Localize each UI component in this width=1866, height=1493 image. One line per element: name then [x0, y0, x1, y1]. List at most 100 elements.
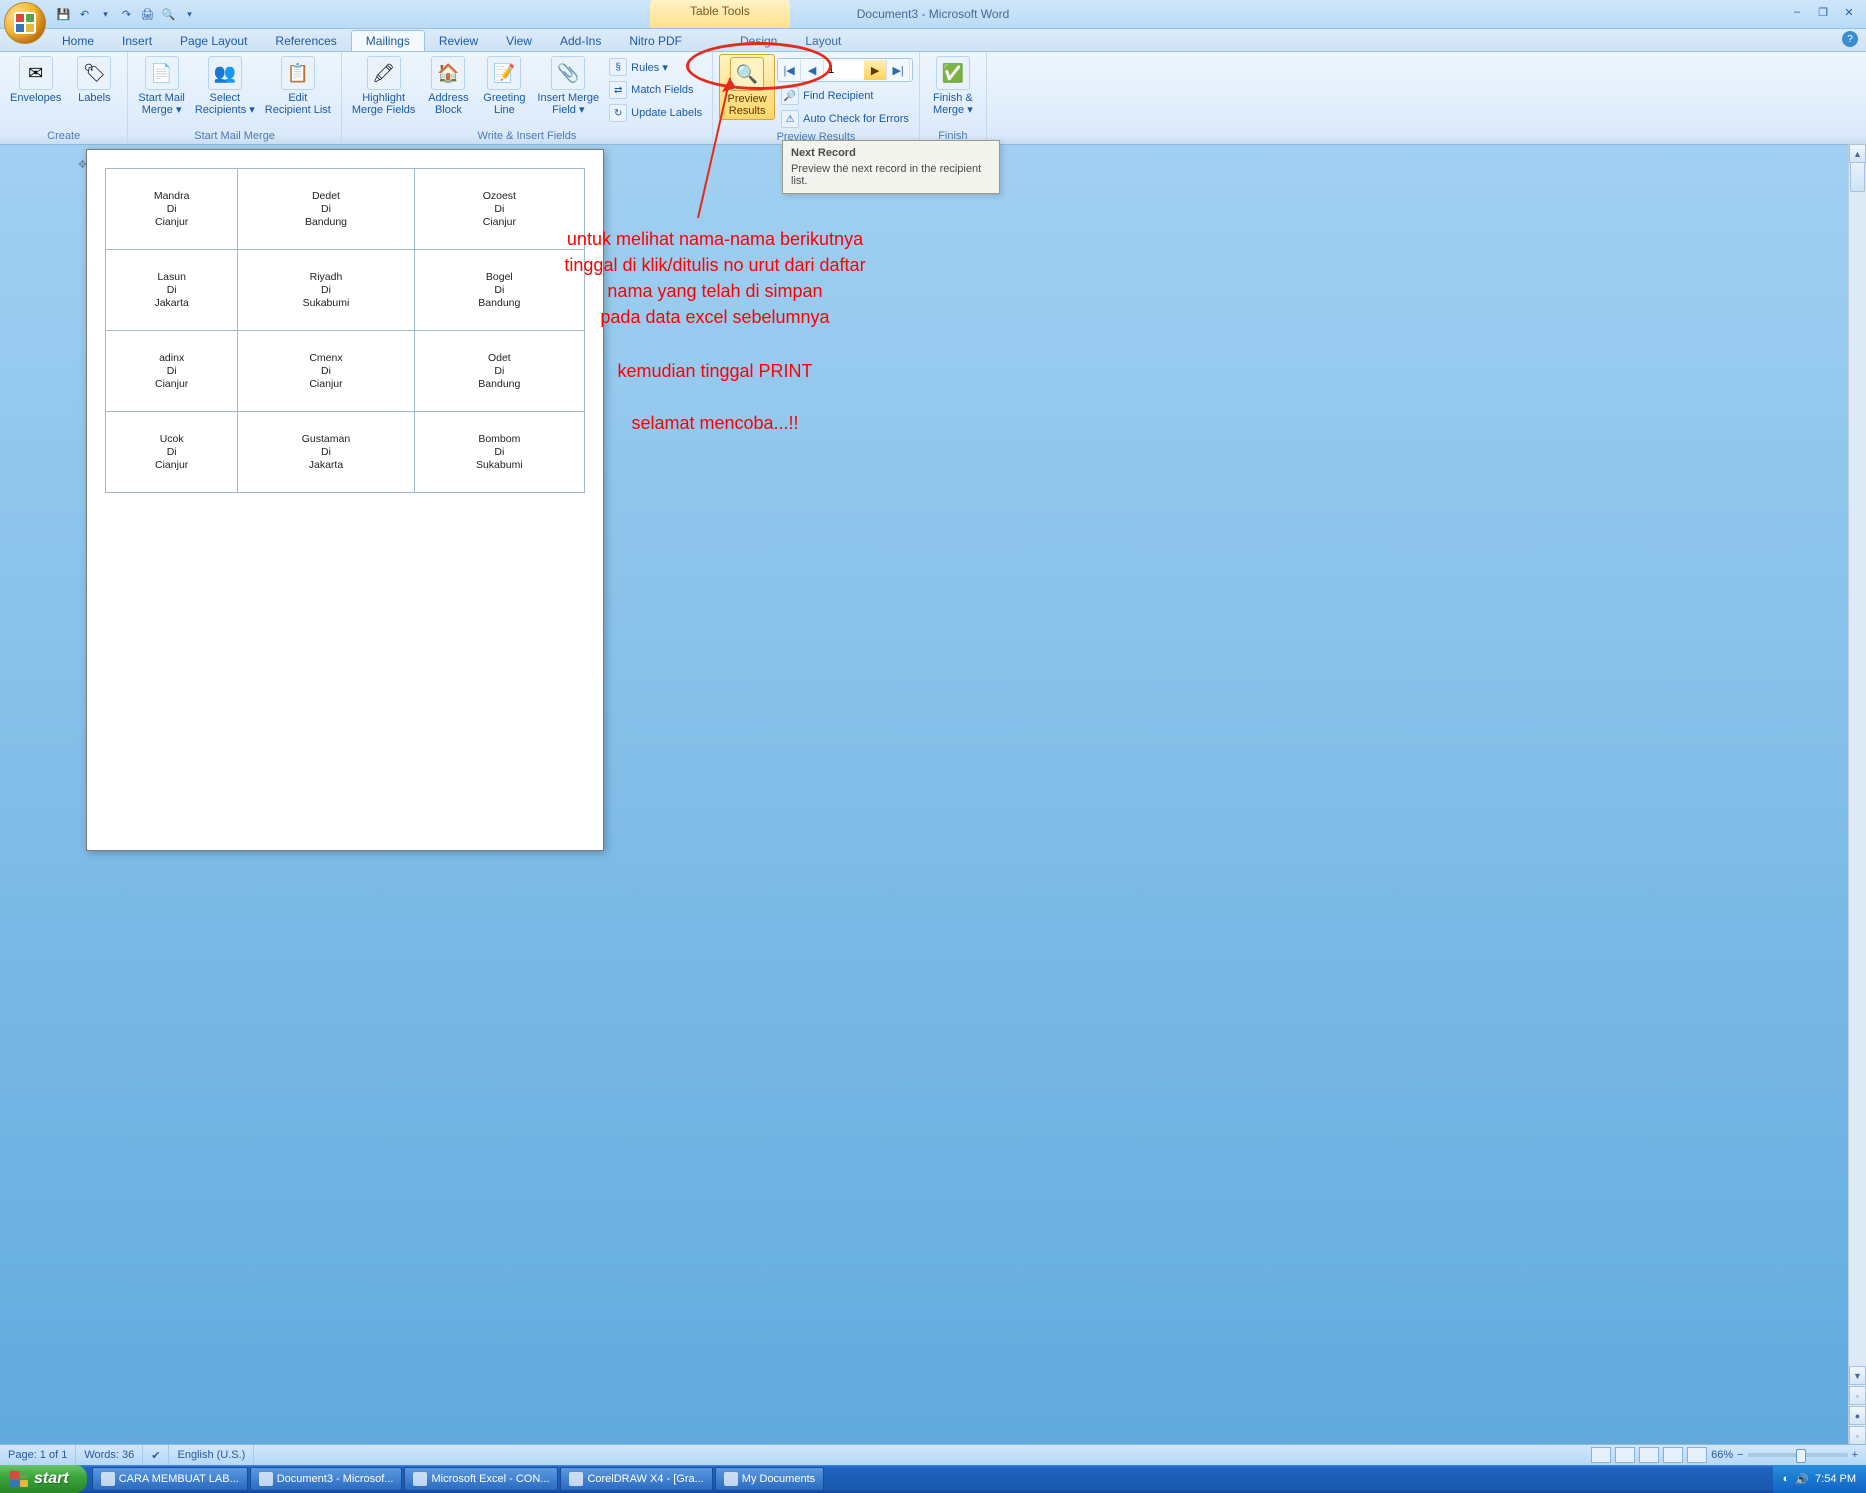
taskbar-item[interactable]: CorelDRAW X4 - [Gra...	[560, 1467, 712, 1491]
tray-icon[interactable]: ◐	[1783, 1473, 1790, 1485]
edit-recipient-list-button[interactable]: 📋Edit Recipient List	[261, 54, 335, 118]
preview-results-button[interactable]: 🔍Preview Results	[719, 54, 775, 120]
address-icon: 🏠	[431, 56, 465, 90]
qat-print[interactable]: 🖨	[140, 7, 155, 22]
finish-merge-button[interactable]: ✅Finish & Merge ▾	[926, 54, 980, 118]
rules-icon: §	[609, 58, 627, 76]
status-proofing[interactable]: ✔	[143, 1445, 169, 1465]
document-area: ✥ MandraDiCianjurDedetDiBandungOzoestDiC…	[0, 144, 1866, 1445]
qat-undo-dd[interactable]: ▾	[98, 7, 113, 22]
label-cell[interactable]: DedetDiBandung	[238, 169, 414, 250]
status-page[interactable]: Page: 1 of 1	[0, 1445, 76, 1465]
restore-button[interactable]: ❐	[1812, 4, 1834, 20]
taskbar-item[interactable]: Document3 - Microsof...	[250, 1467, 403, 1491]
select-recipients-button[interactable]: 👥Select Recipients ▾	[191, 54, 259, 118]
address-block-button[interactable]: 🏠Address Block	[421, 54, 475, 118]
tab-review[interactable]: Review	[425, 31, 492, 51]
last-record-button[interactable]: ▶|	[887, 60, 910, 80]
label-cell[interactable]: RiyadhDiSukabumi	[238, 250, 414, 331]
taskbar-item[interactable]: Microsoft Excel - CON...	[404, 1467, 558, 1491]
tab-page-layout[interactable]: Page Layout	[166, 31, 261, 51]
qat-redo[interactable]: ↷	[119, 7, 134, 22]
zoom-in-button[interactable]: +	[1852, 1449, 1858, 1461]
mail-merge-icon: 📄	[145, 56, 179, 90]
tray-icon[interactable]: 🔊	[1795, 1473, 1809, 1486]
label-cell[interactable]: LasunDiJakarta	[106, 250, 238, 331]
view-web-layout[interactable]	[1639, 1447, 1659, 1463]
recipients-icon: 👥	[208, 56, 242, 90]
label-cell[interactable]: GustamanDiJakarta	[238, 412, 414, 493]
group-create: ✉Envelopes 🏷Labels Create	[0, 52, 128, 144]
annotation-text-1: untuk melihat nama-nama berikutnya tingg…	[510, 226, 920, 330]
rules-button[interactable]: §Rules ▾	[605, 56, 706, 78]
taskbar-item[interactable]: My Documents	[715, 1467, 824, 1491]
match-fields-button[interactable]: ⇄Match Fields	[605, 79, 706, 101]
first-record-button[interactable]: |◀	[778, 60, 801, 80]
qat-undo[interactable]: ↶	[77, 7, 92, 22]
check-icon: ⚠	[781, 110, 799, 128]
zoom-slider[interactable]	[1748, 1453, 1848, 1457]
close-button[interactable]: ✕	[1838, 4, 1860, 20]
labels-button[interactable]: 🏷Labels	[67, 54, 121, 106]
app-icon	[259, 1472, 273, 1486]
label-cell[interactable]: CmenxDiCianjur	[238, 331, 414, 412]
tab-table-design[interactable]: Design	[726, 31, 791, 51]
prev-page-button[interactable]: ◦	[1849, 1386, 1866, 1405]
envelopes-button[interactable]: ✉Envelopes	[6, 54, 65, 106]
label-cell[interactable]: UcokDiCianjur	[106, 412, 238, 493]
qat-save[interactable]: 💾	[56, 7, 71, 22]
scroll-down-button[interactable]: ▼	[1849, 1366, 1866, 1385]
highlight-merge-fields-button[interactable]: 🖍Highlight Merge Fields	[348, 54, 420, 118]
tab-nitro-pdf[interactable]: Nitro PDF	[615, 31, 696, 51]
qat-customize[interactable]: ▾	[182, 7, 197, 22]
next-record-button[interactable]: ▶	[864, 60, 887, 80]
view-outline[interactable]	[1663, 1447, 1683, 1463]
update-labels-button[interactable]: ↻Update Labels	[605, 102, 706, 124]
view-full-screen[interactable]	[1615, 1447, 1635, 1463]
finish-icon: ✅	[936, 56, 970, 90]
tab-home[interactable]: Home	[48, 31, 108, 51]
browse-object-button[interactable]: ●	[1849, 1406, 1866, 1425]
qat-preview[interactable]: 🔍	[161, 7, 176, 22]
view-draft[interactable]	[1687, 1447, 1707, 1463]
status-language[interactable]: English (U.S.)	[169, 1445, 254, 1465]
tray-clock[interactable]: 7:54 PM	[1815, 1473, 1856, 1485]
group-label: Start Mail Merge	[134, 129, 334, 144]
help-button[interactable]: ?	[1842, 31, 1858, 47]
find-recipient-button[interactable]: 🔎Find Recipient	[777, 85, 913, 107]
greeting-line-button[interactable]: 📝Greeting Line	[477, 54, 531, 118]
app-icon	[101, 1472, 115, 1486]
group-label: Write & Insert Fields	[348, 129, 706, 144]
contextual-tab-label: Table Tools	[650, 0, 790, 28]
start-button[interactable]: start	[0, 1465, 87, 1493]
app-icon	[724, 1472, 738, 1486]
minimize-button[interactable]: –	[1786, 4, 1808, 20]
insert-merge-field-button[interactable]: 📎Insert Merge Field ▾	[533, 54, 603, 118]
tab-table-layout[interactable]: Layout	[791, 31, 855, 51]
start-mail-merge-button[interactable]: 📄Start Mail Merge ▾	[134, 54, 188, 118]
prev-record-button[interactable]: ◀	[801, 60, 824, 80]
tab-insert[interactable]: Insert	[108, 31, 166, 51]
ribbon-tabstrip: Home Insert Page Layout References Maili…	[0, 29, 1866, 52]
zoom-thumb[interactable]	[1796, 1449, 1806, 1463]
vertical-scrollbar[interactable]: ▲ ▼ ◦ ● ◦	[1848, 144, 1866, 1445]
record-number-input[interactable]	[824, 61, 864, 79]
system-tray[interactable]: ◐ 🔊 7:54 PM	[1773, 1465, 1866, 1493]
tab-view[interactable]: View	[492, 31, 546, 51]
record-navigator: |◀ ◀ ▶ ▶|	[777, 58, 913, 82]
scroll-thumb[interactable]	[1850, 162, 1865, 192]
auto-check-errors-button[interactable]: ⚠Auto Check for Errors	[777, 108, 913, 130]
office-button[interactable]	[4, 2, 46, 44]
scroll-up-button[interactable]: ▲	[1849, 144, 1866, 163]
tab-addins[interactable]: Add-Ins	[546, 31, 615, 51]
next-page-button[interactable]: ◦	[1849, 1426, 1866, 1445]
label-cell[interactable]: adinxDiCianjur	[106, 331, 238, 412]
taskbar-item[interactable]: CARA MEMBUAT LAB...	[92, 1467, 248, 1491]
tab-mailings[interactable]: Mailings	[351, 30, 425, 51]
zoom-level[interactable]: 66%	[1711, 1449, 1733, 1461]
tab-references[interactable]: References	[261, 31, 350, 51]
zoom-out-button[interactable]: −	[1737, 1449, 1743, 1461]
label-cell[interactable]: MandraDiCianjur	[106, 169, 238, 250]
view-print-layout[interactable]	[1591, 1447, 1611, 1463]
status-words[interactable]: Words: 36	[76, 1445, 143, 1465]
